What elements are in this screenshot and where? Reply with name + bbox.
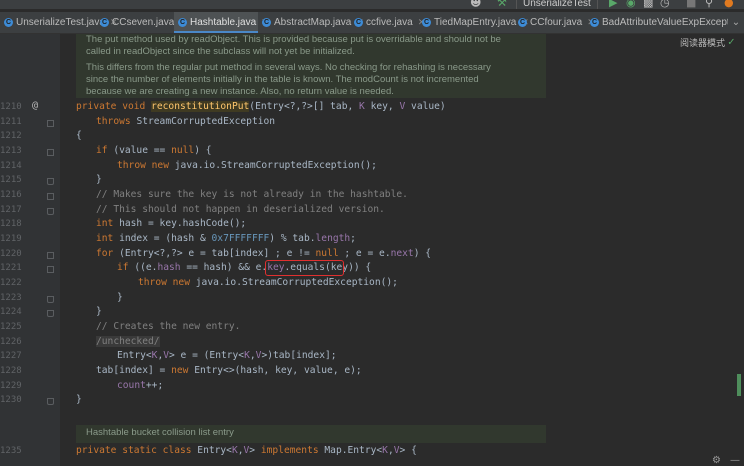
line-number: 1214	[0, 161, 22, 171]
line-number: 1230	[0, 395, 22, 405]
code-line-1215: }	[96, 174, 102, 185]
coverage-icon[interactable]: ▩	[643, 0, 653, 9]
tab-tiedmapentry[interactable]: CTiedMapEntry.java✕	[418, 12, 529, 33]
code-line-1229: count++;	[117, 380, 164, 391]
stop-icon[interactable]: ■	[686, 0, 696, 9]
scrollbar-marker[interactable]	[737, 374, 741, 396]
javadoc-block: The put method used by readObject. This …	[76, 34, 546, 98]
fold-marker-icon[interactable]	[47, 149, 54, 156]
javadoc-block: Hashtable bucket collision list entry	[76, 425, 546, 443]
user-icon[interactable]: ☻	[470, 0, 481, 9]
line-number: 1217	[0, 205, 22, 215]
doc-line: This differs from the regular put method…	[86, 62, 491, 73]
line-number: 1228	[0, 366, 22, 376]
line-number: 1227	[0, 351, 22, 361]
doc-line: Hashtable bucket collision list entry	[86, 427, 234, 438]
code-line-1218: int hash = key.hashCode();	[96, 218, 247, 229]
tab-ccfive[interactable]: Cccfive.java✕	[350, 12, 425, 33]
doc-line: since the number of elements initially i…	[86, 74, 479, 85]
chevron-down-icon[interactable]: ⌄	[728, 12, 744, 33]
fold-marker-icon[interactable]	[47, 252, 54, 259]
code-line-1220: for (Entry<?,?> e = tab[index] ; e != nu…	[96, 248, 432, 259]
minimize-icon[interactable]: —	[730, 456, 740, 466]
line-number-gutter: 1210 1211 1212 1213 1214 1215 1216 1217 …	[0, 34, 60, 466]
line-number: 1211	[0, 117, 22, 127]
line-number: 1226	[0, 337, 22, 347]
line-number: 1218	[0, 219, 22, 229]
fold-marker-icon[interactable]	[47, 120, 54, 127]
code-line-1210: private void reconstitutionPut(Entry<?,?…	[76, 101, 446, 112]
class-icon: C	[262, 17, 271, 27]
fold-marker-icon[interactable]	[47, 193, 54, 200]
tab-ccseven[interactable]: CCCseven.java✕	[96, 12, 187, 33]
code-line-1222: throw new java.io.StreamCorruptedExcepti…	[138, 277, 398, 288]
line-number: 1235	[0, 446, 22, 456]
search-icon[interactable]: ⚲	[705, 0, 713, 9]
line-number: 1222	[0, 278, 22, 288]
code-editor[interactable]: 阅读器模式 ✓ The put method used by readObjec…	[61, 34, 744, 466]
reader-mode-label[interactable]: 阅读器模式	[680, 36, 725, 49]
class-icon: C	[518, 17, 527, 27]
tab-unserializetest[interactable]: C UnserializeTest.java ✕	[0, 12, 117, 33]
code-line-1230: }	[76, 394, 82, 405]
code-line-1225: // Creates the new entry.	[96, 321, 241, 332]
fold-marker-icon[interactable]	[47, 296, 54, 303]
doc-line: because we are creating a new instance. …	[86, 86, 394, 97]
code-line-1216: // Makes sure the key is not already in …	[96, 189, 408, 200]
tab-abstractmap[interactable]: CAbstractMap.java✕	[258, 12, 364, 33]
profile-icon[interactable]: ◷	[660, 0, 670, 9]
code-line-1219: int index = (hash & 0x7FFFFFFF) % tab.le…	[96, 233, 356, 244]
gear-icon[interactable]: ⚙	[712, 456, 721, 466]
check-icon[interactable]: ✓	[728, 35, 735, 48]
doc-line: The put method used by readObject. This …	[86, 34, 501, 45]
code-line-1217: // This should not happen in deserialize…	[96, 204, 385, 215]
override-marker-icon[interactable]: @	[32, 100, 38, 112]
code-line-1235: private static class Entry<K,V> implemen…	[76, 445, 417, 456]
line-number: 1213	[0, 146, 22, 156]
class-icon: C	[100, 17, 109, 27]
line-number: 1229	[0, 381, 22, 391]
top-toolbar: ☻ ⚒ UnserializeTest ▶ ◉ ▩ ◷ ■ ⚲ ●	[0, 0, 744, 9]
line-number: 1215	[0, 175, 22, 185]
code-line-1211: throws StreamCorruptedException	[96, 116, 276, 127]
line-number: 1219	[0, 234, 22, 244]
line-number: 1223	[0, 293, 22, 303]
fold-marker-icon[interactable]	[47, 310, 54, 317]
run-icon[interactable]: ▶	[609, 0, 617, 9]
code-line-1212: {	[76, 130, 82, 141]
class-icon: C	[178, 17, 187, 27]
line-number: 1225	[0, 322, 22, 332]
fold-marker-icon[interactable]	[47, 398, 54, 405]
fold-marker-icon[interactable]	[47, 178, 54, 185]
line-number: 1221	[0, 263, 22, 273]
code-line-1228: tab[index] = new Entry<>(hash, key, valu…	[96, 365, 362, 376]
code-line-1224: }	[96, 306, 102, 317]
code-line-1223: }	[117, 292, 123, 303]
highlight-box	[265, 260, 344, 276]
debug-icon[interactable]: ◉	[626, 0, 636, 9]
class-icon: C	[354, 17, 363, 27]
run-config-select[interactable]: UnserializeTest	[516, 0, 598, 9]
tab-badattributevalueexpexception[interactable]: CBadAttributeValueExpException.java	[586, 12, 744, 33]
class-icon: C	[4, 17, 13, 27]
class-icon: C	[590, 17, 599, 27]
code-line-1213: if (value == null) {	[96, 145, 212, 156]
update-icon[interactable]: ●	[724, 0, 734, 9]
line-number: 1210	[0, 102, 22, 112]
code-line-1226: /unchecked/	[96, 336, 160, 347]
line-number: 1216	[0, 190, 22, 200]
tab-hashtable[interactable]: CHashtable.java✕	[174, 12, 269, 33]
line-number: 1212	[0, 131, 22, 141]
fold-marker-icon[interactable]	[47, 208, 54, 215]
line-number: 1224	[0, 307, 22, 317]
class-icon: C	[422, 17, 431, 27]
build-icon[interactable]: ⚒	[497, 0, 507, 9]
doc-line: called in readObject since the subclass …	[86, 46, 355, 57]
fold-marker-icon[interactable]	[47, 266, 54, 273]
code-line-1214: throw new java.io.StreamCorruptedExcepti…	[117, 160, 377, 171]
editor-tabs: CUnserializeTest.java✕ CCCseven.java✕ CH…	[0, 12, 744, 34]
code-line-1227: Entry<K,V> e = (Entry<K,V>)tab[index];	[117, 350, 337, 361]
tab-ccfour[interactable]: CCCfour.java✕	[514, 12, 595, 33]
line-number: 1220	[0, 249, 22, 259]
